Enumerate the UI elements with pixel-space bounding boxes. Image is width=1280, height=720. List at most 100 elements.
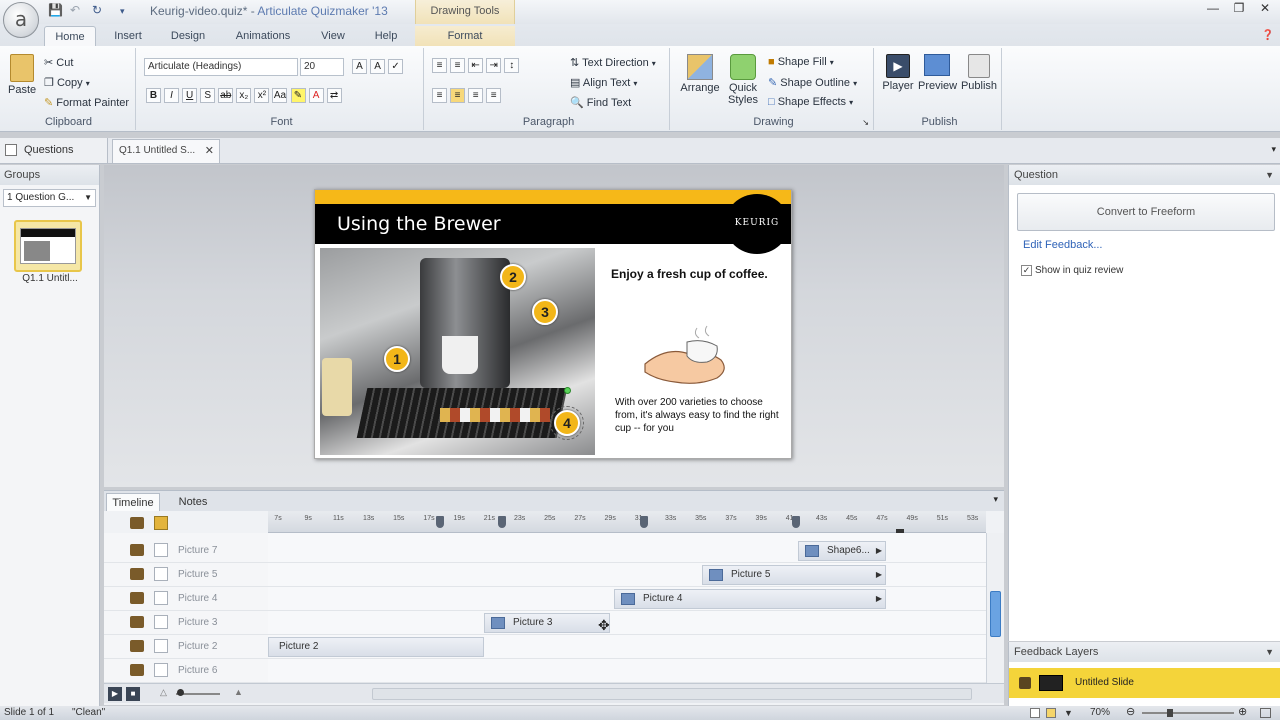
- lock-checkbox[interactable]: [154, 543, 168, 557]
- play-icon[interactable]: ▶: [108, 687, 122, 701]
- zoom-in-button[interactable]: ⊕: [1238, 706, 1247, 719]
- feedback-layer-item[interactable]: Untitled Slide: [1009, 668, 1280, 698]
- character-spacing-icon[interactable]: ⇄: [326, 88, 342, 103]
- timeline-row-label[interactable]: Picture 7: [104, 539, 268, 563]
- underline-icon[interactable]: U: [182, 88, 198, 103]
- zoom-in-icon[interactable]: ▲: [234, 687, 243, 697]
- extend-arrow-icon[interactable]: ▶: [876, 542, 882, 560]
- timeline-row-label[interactable]: Picture 6: [104, 659, 268, 683]
- extend-arrow-icon[interactable]: ▶: [876, 590, 882, 608]
- copy-button[interactable]: ❐ Copy ▾: [44, 76, 90, 89]
- font-color-icon[interactable]: A: [308, 88, 324, 103]
- lock-all-icon[interactable]: [154, 516, 168, 530]
- change-case-icon[interactable]: Aa: [272, 88, 288, 103]
- tab-insert[interactable]: Insert: [104, 26, 152, 46]
- numbering-icon[interactable]: ≡: [450, 58, 466, 73]
- timeline-ruler[interactable]: 7s9s11s13s15s17s19s21s23s25s27s29s31s33s…: [268, 511, 986, 533]
- save-icon[interactable]: 💾: [48, 3, 63, 17]
- cue-point-marker[interactable]: [436, 516, 444, 528]
- shape-effects-button[interactable]: □ Shape Effects ▾: [768, 96, 853, 108]
- convert-to-freeform-button[interactable]: Convert to Freeform: [1017, 193, 1275, 231]
- lock-checkbox[interactable]: [154, 663, 168, 677]
- show-all-eye-icon[interactable]: [130, 517, 144, 529]
- timeline-object-bar[interactable]: Picture 4 ▶: [614, 589, 886, 609]
- slide-document-tab[interactable]: Q1.1 Untitled S... ✕: [112, 139, 220, 163]
- increase-indent-icon[interactable]: ⇥: [486, 58, 502, 73]
- extend-arrow-icon[interactable]: ▶: [876, 566, 882, 584]
- tab-view[interactable]: View: [312, 26, 354, 46]
- callout-2[interactable]: 2: [500, 264, 526, 290]
- cue-point-marker[interactable]: [640, 516, 648, 528]
- show-in-quiz-review-checkbox[interactable]: ✓ Show in quiz review: [1021, 265, 1123, 276]
- help-icon[interactable]: ❓: [1262, 30, 1274, 41]
- find-text-button[interactable]: 🔍 Find Text: [570, 96, 631, 109]
- shrink-font-icon[interactable]: A: [370, 59, 386, 74]
- question-group-select[interactable]: 1 Question G... ▼: [3, 189, 96, 207]
- visibility-eye-icon[interactable]: [130, 568, 144, 580]
- tab-notes[interactable]: Notes: [166, 493, 220, 511]
- player-button[interactable]: ▶ Player: [882, 54, 914, 92]
- zoom-out-icon[interactable]: △: [160, 687, 167, 698]
- brewer-photo[interactable]: 1 2 3 4: [320, 248, 595, 455]
- hands-cup-illustration[interactable]: [637, 324, 737, 390]
- publish-button[interactable]: Publish: [960, 54, 998, 92]
- tab-animations[interactable]: Animations: [228, 26, 298, 46]
- edit-feedback-link[interactable]: Edit Feedback...: [1023, 239, 1103, 251]
- fit-to-window-icon[interactable]: [1260, 708, 1271, 718]
- align-center-icon[interactable]: ≡: [450, 88, 466, 103]
- justify-icon[interactable]: ≡: [486, 88, 502, 103]
- subscript-icon[interactable]: x₂: [236, 88, 252, 103]
- visibility-eye-icon[interactable]: [130, 664, 144, 676]
- close-icon[interactable]: ✕: [1252, 0, 1278, 18]
- undo-icon[interactable]: ↶: [70, 3, 80, 17]
- timeline-row-label[interactable]: Picture 5: [104, 563, 268, 587]
- timeline-row-label[interactable]: Picture 2: [104, 635, 268, 659]
- align-left-icon[interactable]: ≡: [432, 88, 447, 103]
- docbar-menu-icon[interactable]: ▾: [1271, 144, 1276, 155]
- minimize-icon[interactable]: —: [1200, 0, 1226, 18]
- timeline-object-bar[interactable]: Picture 5 ▶: [702, 565, 886, 585]
- cue-point-marker[interactable]: [498, 516, 506, 528]
- timeline-object-bar[interactable]: Picture 3: [484, 613, 610, 633]
- collapse-timeline-icon[interactable]: ▾: [993, 494, 998, 505]
- cue-point-marker[interactable]: [792, 516, 800, 528]
- visibility-eye-icon[interactable]: [130, 640, 144, 652]
- font-size-select[interactable]: 20: [300, 58, 344, 76]
- quick-styles-button[interactable]: Quick Styles: [724, 54, 762, 106]
- italic-icon[interactable]: I: [164, 88, 180, 103]
- text-direction-button[interactable]: ⇅ Text Direction ▾: [570, 56, 656, 69]
- line-spacing-icon[interactable]: ↕: [504, 58, 520, 73]
- stop-icon[interactable]: ■: [126, 687, 140, 701]
- zoom-out-button[interactable]: ⊖: [1126, 706, 1135, 719]
- strikethrough-icon[interactable]: ab: [218, 88, 234, 103]
- qat-menu-icon[interactable]: ▾: [120, 6, 125, 17]
- arrange-button[interactable]: Arrange: [680, 54, 720, 94]
- slide-view-icon[interactable]: [1046, 708, 1056, 718]
- callout-4-selected[interactable]: 4: [550, 406, 584, 440]
- visibility-eye-icon[interactable]: [130, 592, 144, 604]
- lock-checkbox[interactable]: [154, 567, 168, 581]
- redo-icon[interactable]: ↻: [92, 3, 102, 17]
- dialog-launcher-icon[interactable]: ↘: [862, 118, 869, 127]
- superscript-icon[interactable]: x²: [254, 88, 270, 103]
- timeline-horizontal-scrollbar[interactable]: [372, 688, 972, 700]
- checkbox-icon[interactable]: ✓: [1021, 265, 1032, 276]
- timeline-row-label[interactable]: Picture 3: [104, 611, 268, 635]
- slide-heading[interactable]: Enjoy a fresh cup of coffee.: [611, 266, 771, 282]
- zoom-slider[interactable]: [1142, 712, 1234, 714]
- close-tab-icon[interactable]: ✕: [205, 140, 214, 162]
- decrease-indent-icon[interactable]: ⇤: [468, 58, 484, 73]
- cut-button[interactable]: ✂ Cut: [44, 56, 73, 69]
- shadow-icon[interactable]: S: [200, 88, 216, 103]
- timeline-object-bar[interactable]: Picture 2: [268, 637, 484, 657]
- highlight-icon[interactable]: ✎: [290, 88, 306, 103]
- lock-checkbox[interactable]: [154, 615, 168, 629]
- timeline-object-bar[interactable]: Shape6... ▶: [798, 541, 886, 561]
- eye-icon[interactable]: [1019, 677, 1031, 689]
- app-logo-icon[interactable]: a: [3, 2, 39, 38]
- font-face-select[interactable]: Articulate (Headings): [144, 58, 298, 76]
- timeline-track-area[interactable]: Shape6... ▶ Picture 5 ▶ Picture 4 ▶ Picture 3P…: [268, 533, 986, 683]
- callout-1[interactable]: 1: [384, 346, 410, 372]
- timeline-zoom-thumb[interactable]: [177, 689, 184, 696]
- timeline-row-label[interactable]: Picture 4: [104, 587, 268, 611]
